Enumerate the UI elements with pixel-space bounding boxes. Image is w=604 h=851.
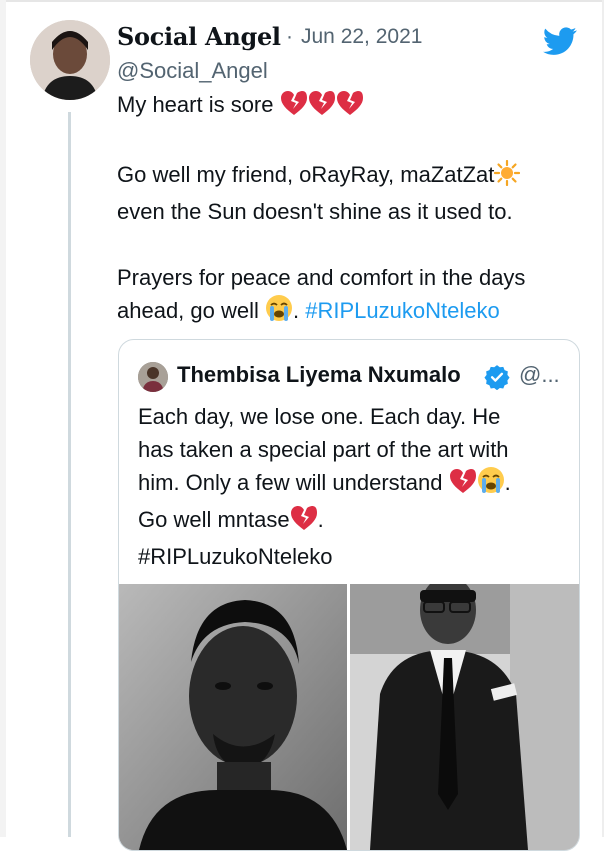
quoted-author-name[interactable]: Thembisa Liyema Nxumalo (177, 362, 461, 388)
tweet-line-2: Go well my friend, oRayRay, maZatZat (117, 158, 587, 195)
quoted-photo-1[interactable] (119, 584, 347, 850)
author-avatar[interactable] (30, 20, 110, 100)
sun-emoji (494, 159, 521, 195)
twitter-bird-icon[interactable] (540, 24, 580, 58)
loudly-crying-face-emoji (265, 294, 293, 331)
tweet-line-1: My heart is sore (117, 88, 587, 125)
tweet-line-3b-text: ahead, go well (117, 298, 265, 323)
tweet-line-3c-text: . (293, 298, 306, 323)
tweet-text: My heart is sore Go well my friend, oRay… (117, 88, 587, 331)
broken-heart-emoji (280, 90, 308, 125)
quoted-hashtag[interactable]: #RIPLuzukoNteleko (138, 540, 568, 573)
date-separator: · (286, 25, 293, 48)
quoted-line-3-end: . (504, 470, 511, 495)
loudly-crying-face-emoji (477, 466, 505, 503)
author-name[interactable]: Social Angel (117, 22, 281, 51)
portrait-photo-1 (119, 584, 347, 850)
quoted-line-4-end: . (317, 507, 324, 532)
broken-heart-emoji (336, 90, 364, 125)
broken-heart-emoji (308, 90, 336, 125)
quoted-tweet-text: Each day, we lose one. Each day. He has … (138, 400, 568, 573)
tweet-line-2a-text: Go well my friend, oRayRay, maZatZat (117, 162, 495, 187)
quoted-avatar-photo (138, 362, 168, 392)
quoted-line-4: Go well mntase. (138, 503, 568, 540)
verified-badge-icon (484, 365, 510, 390)
tweet-date: Jun 22, 2021 (301, 25, 423, 48)
tweet-line-3: Prayers for peace and comfort in the day… (117, 265, 526, 290)
author-handle[interactable]: @Social_Angel (117, 58, 268, 84)
quoted-author-avatar[interactable] (138, 362, 168, 392)
quoted-line-2: has taken a special part of the art with (138, 437, 509, 462)
quoted-media-grid (119, 584, 579, 850)
quoted-line-3: him. Only a few will understand . (138, 466, 568, 503)
tweet-hashtag-link[interactable]: #RIPLuzukoNteleko (305, 298, 499, 323)
tweet-date-row[interactable]: · Jun 22, 2021 (286, 25, 422, 49)
tweet-line-3b: ahead, go well . #RIPLuzukoNteleko (117, 294, 587, 331)
avatar-photo (30, 20, 110, 100)
broken-heart-emoji (449, 468, 477, 503)
quoted-author-handle[interactable]: @... (519, 362, 560, 388)
quoted-tweet-card[interactable]: Thembisa Liyema Nxumalo @... Each day, w… (118, 339, 580, 851)
thread-line (68, 112, 71, 837)
portrait-photo-2 (350, 584, 579, 850)
quoted-line-4-text: Go well mntase (138, 507, 290, 532)
broken-heart-emoji (290, 505, 318, 540)
quoted-photo-2[interactable] (350, 584, 579, 850)
tweet-line-2b: even the Sun doesn't shine as it used to… (117, 199, 513, 224)
quoted-line-3-text: him. Only a few will understand (138, 470, 449, 495)
frame-left-edge (0, 0, 6, 837)
tweet-line-1-text: My heart is sore (117, 92, 280, 117)
quoted-line-1: Each day, we lose one. Each day. He (138, 404, 501, 429)
frame-top-edge (0, 0, 604, 2)
